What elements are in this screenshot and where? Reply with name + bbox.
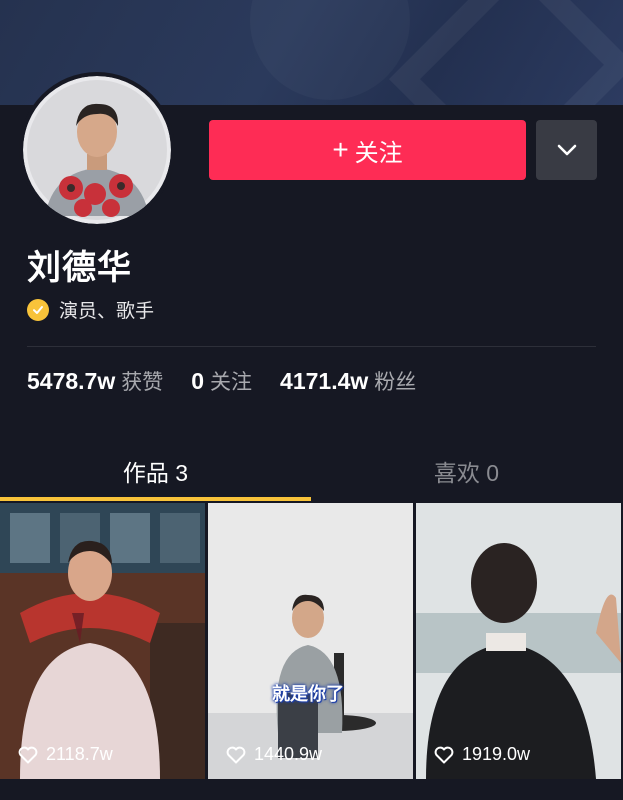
active-tab-indicator (0, 497, 311, 501)
video-likes: 1919.0w (434, 744, 530, 765)
video-likes: 2118.7w (18, 744, 113, 765)
content-tabs: 作品 3 喜欢 0 (0, 440, 623, 502)
likes-count: 1440.9w (254, 744, 323, 764)
divider (27, 346, 596, 347)
video-thumbnail[interactable]: 1919.0w (416, 503, 621, 779)
profile-name: 刘德华 (27, 249, 132, 287)
heart-icon (226, 746, 246, 763)
bottom-padding (0, 779, 623, 800)
follow-button[interactable]: + 关注 (209, 120, 526, 180)
chevron-down-icon (557, 144, 576, 156)
verification-row: 演员、歌手 (27, 296, 154, 323)
likes-count: 2118.7w (46, 744, 113, 764)
avatar[interactable] (23, 76, 171, 224)
tab-works[interactable]: 作品 3 (0, 440, 311, 502)
tab-likes[interactable]: 喜欢 0 (311, 440, 622, 502)
video-likes: 1440.9w (226, 744, 322, 765)
heart-icon (434, 746, 454, 763)
verified-label: 演员、歌手 (59, 301, 155, 322)
banner-decoration (388, 0, 623, 105)
likes-label: 获赞 (121, 371, 164, 394)
video-thumbnail[interactable]: 就是你了 1440.9w (208, 503, 413, 779)
likes-count: 5478.7w (27, 368, 116, 394)
likes-count: 1919.0w (462, 744, 531, 764)
follow-label: 关注 (354, 139, 403, 167)
video-caption: 就是你了 (272, 684, 344, 704)
followers-count[interactable]: 4171.4w (280, 368, 368, 395)
more-options-button[interactable] (536, 120, 597, 180)
heart-icon (18, 746, 38, 763)
video-grid: 2118.7w 就是你了 1440.9w 1919.0w (0, 503, 623, 779)
stats-row: 5478.7w 获赞 0 关注 4171.4w 粉丝 (27, 366, 444, 396)
following-count[interactable]: 0 (191, 368, 204, 395)
video-thumbnail[interactable]: 2118.7w (0, 503, 205, 779)
verified-badge-icon (27, 298, 49, 321)
following-label[interactable]: 关注 (210, 366, 252, 396)
plus-icon: + (332, 134, 349, 165)
banner-decoration (250, 0, 410, 100)
followers-label[interactable]: 粉丝 (374, 366, 416, 396)
